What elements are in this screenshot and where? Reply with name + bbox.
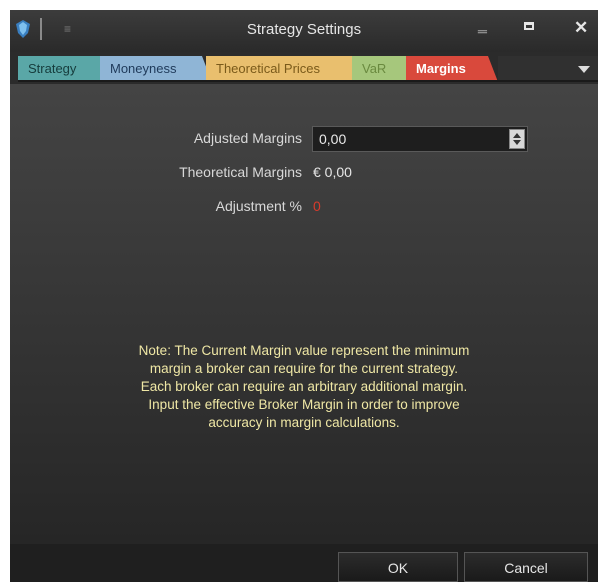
tab-moneyness[interactable]: Moneyness [100, 56, 212, 82]
spin-up-icon[interactable] [513, 133, 521, 138]
maximize-icon[interactable] [524, 22, 534, 30]
theoretical-margins-label: Theoretical Margins [179, 164, 302, 180]
margins-panel: Adjusted Margins 0,00 Theoretical Margin… [10, 84, 598, 544]
chevron-down-icon[interactable] [578, 66, 590, 73]
theoretical-margins-value: € 0,00 [313, 164, 352, 180]
note-line: Each broker can require an arbitrary add… [140, 379, 468, 394]
strategy-settings-window: ≡ Strategy Settings ‗ ✕ Strategy Moneyne… [10, 10, 598, 582]
spin-down-icon[interactable] [513, 140, 521, 145]
ok-button[interactable]: OK [338, 552, 458, 582]
close-icon[interactable]: ✕ [574, 18, 588, 38]
dialog-footer: OK Cancel [10, 544, 598, 582]
window-title: Strategy Settings [246, 21, 362, 38]
adjustment-row: Adjustment % 0 [10, 194, 598, 218]
adjusted-margins-spinner[interactable] [509, 129, 525, 149]
adjusted-margins-value: 0,00 [319, 131, 347, 147]
adjusted-margins-label: Adjusted Margins [193, 130, 302, 146]
margin-note: Note: The Current Margin value represent… [70, 342, 538, 432]
theoretical-margins-row: Theoretical Margins € 0,00 [10, 160, 598, 184]
note-line: Input the effective Broker Margin in ord… [148, 397, 460, 412]
note-line: Note: The Current Margin value represent… [138, 343, 470, 358]
minimize-icon[interactable]: ‗ [478, 16, 487, 34]
note-line: accuracy in margin calculations. [208, 415, 400, 430]
adjusted-margins-input[interactable]: 0,00 [312, 126, 528, 152]
cancel-button[interactable]: Cancel [464, 552, 588, 582]
tab-theoretical-prices[interactable]: Theoretical Prices [206, 56, 364, 82]
adjustment-value: 0 [313, 198, 321, 214]
tab-margins[interactable]: Margins [406, 56, 498, 82]
adjusted-margins-row: Adjusted Margins 0,00 [10, 126, 598, 152]
note-line: margin a broker can require for the curr… [149, 361, 459, 376]
adjustment-label: Adjustment % [215, 198, 302, 214]
tab-underline [18, 80, 598, 82]
title-bar[interactable]: ≡ Strategy Settings ‗ ✕ [10, 10, 598, 52]
